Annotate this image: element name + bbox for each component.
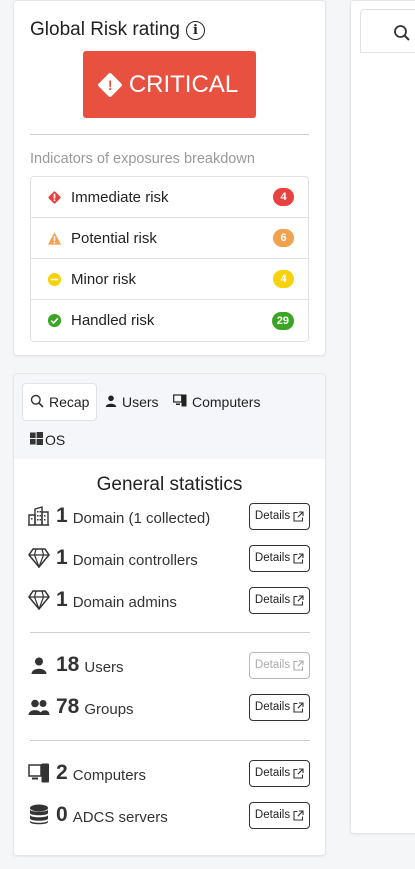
risk-count-badge: 29 [271,311,294,330]
risk-row-label: Handled risk [71,312,155,329]
divider [360,52,415,53]
tab-computers[interactable]: Computers [173,394,260,410]
user-icon [28,654,50,676]
details-label: Details [254,510,291,522]
stat-label: Users [84,658,124,676]
risk-count-badge: 4 [273,270,294,288]
tab-label: Recap [49,394,90,410]
details-button[interactable]: Details [249,759,310,787]
details-label: Details [254,659,291,671]
stat-row-users: 18 Users Details [28,651,310,679]
stats-title: General statistics [96,474,243,495]
divider [30,632,310,633]
risk-title: Global Risk rating [30,19,180,40]
external-link-icon [293,701,304,713]
details-button[interactable]: Details [249,544,310,572]
external-link-icon [293,552,304,564]
external-link-icon [293,594,304,606]
details-label: Details [254,809,291,821]
stat-row-groups: 78 Groups Details [28,693,310,721]
stat-row-domain-controllers: 1 Domain controllers Details [28,544,310,572]
tab-label: OS [45,432,66,448]
risk-level-label: CRITICAL [128,70,239,98]
stat-label: ADCS servers [72,808,168,826]
check-circle-icon [47,313,62,328]
details-label: Details [254,701,291,713]
divider [30,740,310,741]
risk-level-badge: ! CRITICAL [83,51,256,118]
tab-bar: Recap Users Computers OS [14,374,325,459]
risk-row-immediate[interactable]: Immediate risk 4 [31,177,308,218]
stat-number: 0 [56,803,68,826]
stat-label: Computers [72,766,147,784]
risk-title-row: Global Risk rating i [30,19,205,41]
risk-breakdown-list: Immediate risk 4 Potential risk 6 Minor … [30,176,309,342]
stat-number: 1 [56,588,68,611]
computers-icon [28,762,50,784]
stat-row-computers: 2 Computers Details [28,759,310,787]
search-icon [30,394,44,411]
risk-row-minor[interactable]: Minor risk 4 [31,259,308,300]
external-link-icon [293,809,304,821]
exclamation-diamond-icon [47,190,62,205]
details-button[interactable]: Details [249,801,310,829]
risk-row-label: Immediate risk [71,188,169,206]
info-icon[interactable]: i [185,20,205,40]
building-icon [28,505,50,527]
tab-label: Computers [192,394,261,410]
external-link-icon [293,659,304,671]
tab-os[interactable]: OS [30,432,65,448]
indicators-label: Indicators of exposures breakdown [30,151,255,167]
database-icon [28,804,50,826]
computers-icon [173,394,187,410]
stat-number: 2 [56,761,68,784]
details-button[interactable]: Details [249,651,310,679]
stat-label: Domain admins [72,593,177,611]
stat-row-domain: 1 Domain (1 collected) Details [28,502,310,530]
tab-recap[interactable]: Recap [22,383,98,421]
windows-icon [30,432,43,448]
details-label: Details [254,552,291,564]
external-link-icon [293,767,304,779]
diamond-icon [28,547,50,569]
external-link-icon [293,510,304,522]
statistics-card: Recap Users Computers OS General statist… [13,373,326,856]
tab-label: Users [122,394,159,410]
details-button[interactable]: Details [249,586,310,614]
risk-row-label: Minor risk [71,270,137,288]
stat-number: 78 [56,695,80,718]
stat-row-adcs-servers: 0 ADCS servers Details [28,801,310,829]
stat-number: 1 [56,546,68,569]
side-tab[interactable] [360,9,415,53]
stat-number: 1 [56,504,68,527]
details-label: Details [254,767,291,779]
details-label: Details [254,594,291,606]
stat-number: 18 [56,653,80,676]
stat-label: Domain controllers [72,551,198,569]
exclamation-diamond-icon: ! [97,71,123,98]
stat-row-domain-admins: 1 Domain admins Details [28,586,310,614]
global-risk-card: Global Risk rating i ! CRITICAL Indicato… [13,0,326,356]
tab-users[interactable]: Users [105,394,159,410]
divider [30,134,309,135]
risk-count-badge: 4 [273,188,294,206]
diamond-icon [28,589,50,611]
risk-count-badge: 6 [273,229,294,247]
risk-row-handled[interactable]: Handled risk 29 [31,300,308,341]
risk-row-potential[interactable]: Potential risk 6 [31,218,308,259]
warning-triangle-icon [47,231,62,246]
minus-circle-icon [47,272,62,287]
side-panel [350,0,415,834]
search-icon [393,24,411,47]
user-icon [105,394,117,410]
users-icon [28,696,50,718]
stat-label: Groups [84,700,134,718]
details-button[interactable]: Details [249,693,310,721]
stat-label: Domain (1 collected) [72,509,211,527]
risk-row-label: Potential risk [71,229,157,247]
details-button[interactable]: Details [249,502,310,530]
